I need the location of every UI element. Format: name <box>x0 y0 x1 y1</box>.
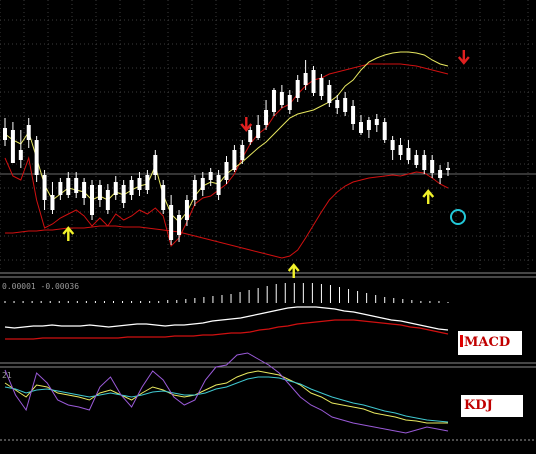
candle-body <box>192 180 197 200</box>
candle-body <box>240 145 245 160</box>
candle-body <box>446 168 450 170</box>
macd-legend: MACD <box>458 331 522 355</box>
candle-body <box>66 178 71 195</box>
macd-line <box>4 306 449 331</box>
bollinger-upper-line <box>4 63 449 247</box>
candle-body <box>129 180 134 195</box>
candle-body <box>366 120 371 130</box>
candle-body <box>248 130 253 142</box>
candle-body <box>145 175 150 190</box>
candle-body <box>137 178 142 190</box>
candle-body <box>169 205 174 240</box>
candle-body <box>271 90 276 112</box>
kdj-pane-label: 21 <box>2 371 12 380</box>
candle-body <box>200 178 205 190</box>
candle-body <box>264 110 269 125</box>
candle-body <box>430 160 435 173</box>
candle-body <box>216 175 221 195</box>
macd-signal-line <box>5 319 449 340</box>
candle-body <box>42 175 47 200</box>
candle-body <box>90 185 95 215</box>
candle-body <box>311 70 316 93</box>
candle-body <box>422 155 427 170</box>
candle-body <box>10 130 15 163</box>
candle-body <box>161 185 166 210</box>
buy-arrow <box>62 226 75 241</box>
macd-legend-text: MACD <box>464 335 511 350</box>
candle-body <box>279 92 284 105</box>
kdj-d-line <box>4 376 449 423</box>
trading-chart <box>0 0 536 441</box>
candle-body <box>82 182 87 198</box>
candle-body <box>335 100 340 108</box>
candle-body <box>58 182 63 195</box>
circle-marker <box>450 209 466 225</box>
candle-body <box>438 170 443 178</box>
candle-body <box>113 182 118 195</box>
candle-body <box>18 150 23 160</box>
candle-body <box>319 78 324 96</box>
macd-legend-swatch <box>460 335 463 347</box>
candle-body <box>374 119 379 125</box>
candle-body <box>3 128 7 140</box>
bollinger-middle-line <box>4 51 449 223</box>
candle-body <box>351 106 356 124</box>
candle-body <box>327 85 332 103</box>
candle-body <box>256 125 261 138</box>
candle-body <box>26 125 31 140</box>
candle-body <box>97 185 102 200</box>
candle-body <box>287 95 292 110</box>
candle-body <box>382 122 387 140</box>
kdj-k-line <box>4 370 448 424</box>
candle-body <box>50 195 55 210</box>
candle-body <box>232 150 237 170</box>
candle-body <box>177 215 182 235</box>
candle-body <box>406 148 411 160</box>
candle-body <box>343 98 348 112</box>
candle-body <box>34 140 39 175</box>
candle-body <box>398 145 403 155</box>
bollinger-lower-line <box>5 171 449 259</box>
candle-body <box>390 140 395 150</box>
kdj-j-line <box>4 352 449 434</box>
sell-arrow <box>457 50 470 65</box>
candle-body <box>358 122 363 133</box>
macd-pane-label: 0.00001 -0.00036 <box>2 282 80 291</box>
buy-arrow <box>287 263 300 278</box>
candle-body <box>153 155 158 175</box>
candle-body <box>208 172 213 180</box>
candle-body <box>224 162 229 180</box>
candle-body <box>295 80 300 98</box>
candle-body <box>74 178 79 193</box>
kdj-legend: KDJ <box>461 395 523 417</box>
candle-body <box>414 155 419 165</box>
candle-body <box>121 185 126 203</box>
candle-body <box>303 73 308 85</box>
candle-body <box>105 190 110 210</box>
candle-body <box>184 200 189 220</box>
